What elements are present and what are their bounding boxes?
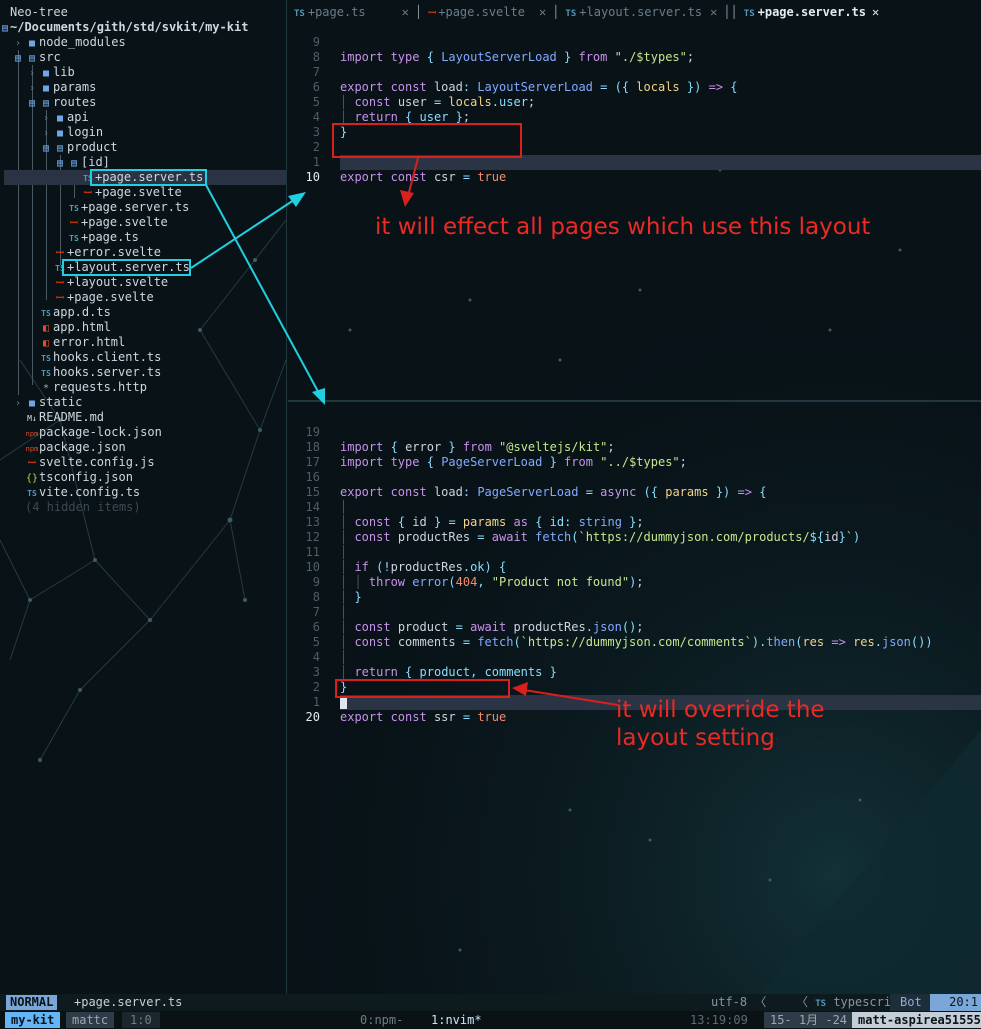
annotation-layout-note: it will effect all pages which use this … bbox=[375, 214, 871, 240]
tmux-statusbar: my-kit mattc 1:0 0:npm- 1:nvim* 13:19:09… bbox=[0, 1011, 981, 1029]
annotation-override-note-2: layout setting bbox=[616, 725, 775, 751]
tmux-session[interactable]: my-kit bbox=[5, 1012, 61, 1028]
tmux-window-0[interactable]: 0:npm- bbox=[360, 1011, 403, 1029]
scroll-indicator: Bot bbox=[890, 994, 932, 1011]
tmux-window-1[interactable]: 1:nvim* bbox=[431, 1011, 482, 1029]
statusline-filename: +page.server.ts bbox=[74, 995, 183, 1009]
encoding-indicator: utf-8 〈 bbox=[711, 995, 767, 1009]
tmux-user: mattc bbox=[66, 1012, 115, 1028]
tmux-clock: 13:19:09 bbox=[690, 1013, 748, 1027]
annotation-arrows bbox=[190, 157, 619, 706]
mode-indicator: NORMAL bbox=[6, 995, 58, 1010]
tmux-date: 15- 1月 -24 bbox=[764, 1012, 854, 1028]
tmux-pane: 1:0 bbox=[122, 1012, 160, 1028]
annotation-override-note-1: it will override the bbox=[616, 697, 825, 723]
tmux-hostname: matt-aspirea51555g bbox=[852, 1012, 981, 1028]
vim-statusline: NORMAL +page.server.ts utf-8 〈 〈 TS type… bbox=[0, 994, 981, 1011]
typescript-icon: TS bbox=[815, 999, 827, 1009]
cursor-position: 20:1 bbox=[930, 994, 981, 1011]
